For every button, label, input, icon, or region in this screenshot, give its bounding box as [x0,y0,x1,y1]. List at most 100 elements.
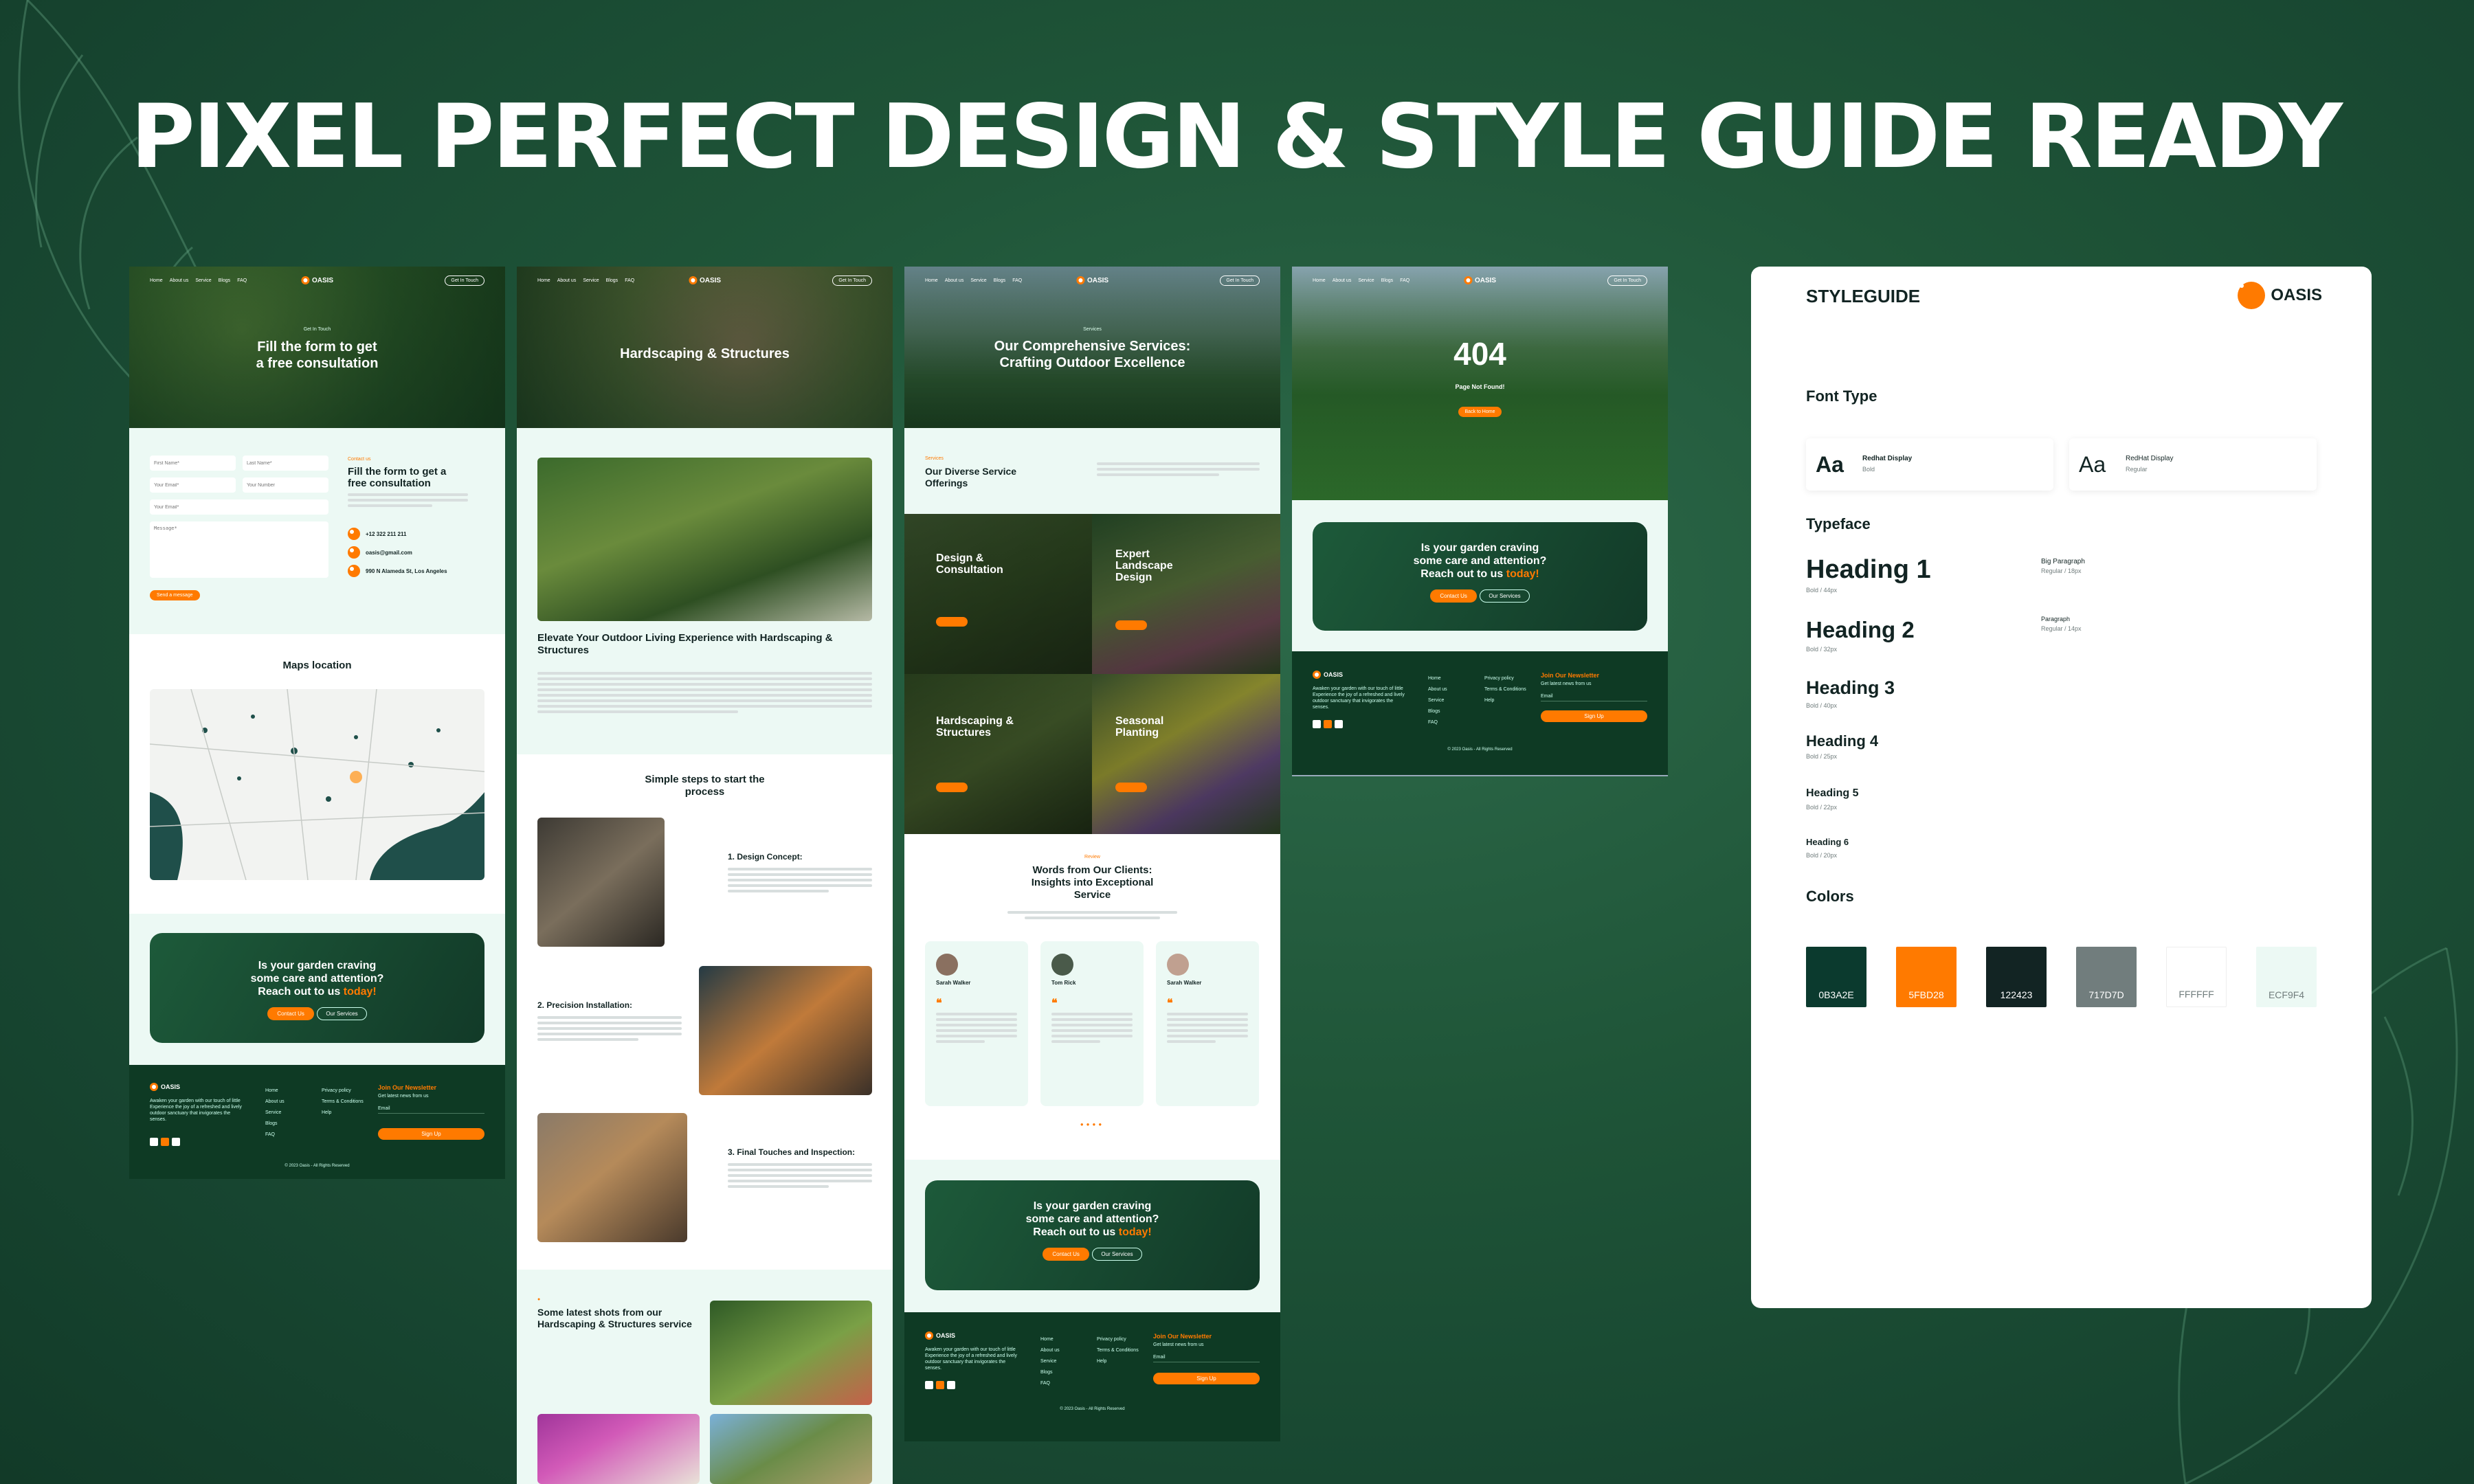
gallery-image-1[interactable] [710,1301,872,1405]
nav-home[interactable]: Home [150,278,163,283]
nav-home[interactable]: Home [1313,278,1326,283]
nav-service[interactable]: Service [195,278,211,283]
nav-faq[interactable]: FAQ [1400,278,1409,283]
facebook-icon[interactable] [1313,720,1321,728]
newsletter-signup-button[interactable]: Sign Up [378,1128,484,1140]
newsletter-signup-button[interactable]: Sign Up [1153,1373,1260,1384]
nav-service[interactable]: Service [583,278,599,283]
nav-blogs[interactable]: Blogs [1381,278,1394,283]
footer-link-service[interactable]: Service [265,1108,285,1118]
nav-cta-button[interactable]: Get In Touch [445,275,484,286]
email-input[interactable] [150,477,236,493]
first-name-input[interactable] [150,456,236,471]
nav-about[interactable]: About us [1333,278,1352,283]
footer-link-about[interactable]: About us [1428,684,1447,695]
instagram-icon[interactable] [172,1138,180,1146]
cta-contact-button[interactable]: Contact Us [1043,1248,1089,1261]
cta-contact-button[interactable]: Contact Us [267,1007,314,1020]
nav-blogs[interactable]: Blogs [606,278,618,283]
footer-link-privacy[interactable]: Privacy policy [1484,673,1526,684]
footer-link-home[interactable]: Home [1040,1334,1060,1345]
cta-services-button[interactable]: Our Services [317,1007,367,1020]
footer-link-privacy[interactable]: Privacy policy [1097,1334,1139,1345]
footer-link-home[interactable]: Home [265,1086,285,1097]
service-hardscaping-button[interactable] [936,783,968,792]
footer-link-help[interactable]: Help [1097,1356,1139,1367]
review-text [1167,1013,1248,1046]
footer-link-about[interactable]: About us [265,1097,285,1108]
nav-cta-button[interactable]: Get In Touch [1607,275,1647,286]
footer-link-faq[interactable]: FAQ [265,1129,285,1140]
footer-link-about[interactable]: About us [1040,1345,1060,1356]
footer-link-faq[interactable]: FAQ [1428,717,1447,728]
twitter-icon[interactable] [1324,720,1332,728]
footer-link-terms[interactable]: Terms & Conditions [1097,1345,1139,1356]
nav-logo[interactable]: OASIS [688,276,721,284]
message-textarea[interactable] [150,521,328,578]
newsletter-email-input[interactable]: Email [1153,1355,1260,1362]
gallery-image-2[interactable] [537,1414,700,1484]
send-message-button[interactable]: Send a message [150,590,200,600]
footer-link-help[interactable]: Help [322,1108,364,1118]
back-home-button[interactable]: Back to Home [1458,407,1502,417]
footer-link-service[interactable]: Service [1428,695,1447,706]
email-input-2[interactable] [150,499,328,515]
nav-blogs[interactable]: Blogs [219,278,231,283]
twitter-icon[interactable] [161,1138,169,1146]
nav-about[interactable]: About us [170,278,189,283]
newsletter-signup-button[interactable]: Sign Up [1541,710,1647,722]
cta-contact-button[interactable]: Contact Us [1430,589,1477,603]
service-card-seasonal[interactable]: Seasonal Planting [1092,674,1280,834]
footer-link-blogs[interactable]: Blogs [265,1118,285,1129]
footer-logo[interactable]: OASIS [1313,671,1343,679]
footer-link-terms[interactable]: Terms & Conditions [322,1097,364,1108]
nav-home[interactable]: Home [537,278,550,283]
footer-link-faq[interactable]: FAQ [1040,1378,1060,1389]
carousel-dots[interactable]: ●●●● [904,1121,1280,1127]
footer-link-blogs[interactable]: Blogs [1040,1367,1060,1378]
facebook-icon[interactable] [150,1138,158,1146]
footer-logo[interactable]: OASIS [150,1083,180,1091]
footer-link-blogs[interactable]: Blogs [1428,706,1447,717]
nav-logo[interactable]: OASIS [1076,276,1108,284]
number-input[interactable] [243,477,328,493]
footer-logo[interactable]: OASIS [925,1331,955,1340]
cta-services-button[interactable]: Our Services [1092,1248,1142,1261]
instagram-icon[interactable] [1335,720,1343,728]
nav-faq[interactable]: FAQ [625,278,634,283]
nav-service[interactable]: Service [970,278,986,283]
service-seasonal-button[interactable] [1115,783,1147,792]
footer-link-terms[interactable]: Terms & Conditions [1484,684,1526,695]
nav-faq[interactable]: FAQ [237,278,247,283]
footer-link-home[interactable]: Home [1428,673,1447,684]
nav-about[interactable]: About us [557,278,577,283]
nav-cta-button[interactable]: Get In Touch [1220,275,1260,286]
nav-faq[interactable]: FAQ [1012,278,1022,283]
services-hero-title-line2: Crafting Outdoor Excellence [999,355,1185,370]
gallery-image-3[interactable] [710,1414,872,1484]
twitter-icon[interactable] [936,1381,944,1389]
nav-cta-button[interactable]: Get In Touch [832,275,872,286]
service-seasonal-title: Seasonal Planting [1115,715,1163,739]
service-card-design[interactable]: Design & Consultation [904,514,1092,674]
facebook-icon[interactable] [925,1381,933,1389]
nav-blogs[interactable]: Blogs [994,278,1006,283]
nav-logo[interactable]: OASIS [300,276,333,284]
instagram-icon[interactable] [947,1381,955,1389]
footer-link-privacy[interactable]: Privacy policy [322,1086,364,1097]
service-landscape-button[interactable] [1115,620,1147,630]
footer-link-help[interactable]: Help [1484,695,1526,706]
footer-link-service[interactable]: Service [1040,1356,1060,1367]
nav-home[interactable]: Home [925,278,938,283]
service-card-hardscaping[interactable]: Hardscaping & Structures [904,674,1092,834]
service-card-landscape[interactable]: Expert Landscape Design [1092,514,1280,674]
nav-logo[interactable]: OASIS [1463,276,1496,284]
last-name-input[interactable] [243,456,328,471]
cta-services-button[interactable]: Our Services [1480,589,1530,603]
nav-about[interactable]: About us [945,278,964,283]
newsletter-email-input[interactable]: Email [378,1106,484,1114]
nav-service[interactable]: Service [1358,278,1374,283]
newsletter-email-input[interactable]: Email [1541,694,1647,701]
map-image[interactable] [150,689,484,880]
service-design-button[interactable] [936,617,968,627]
